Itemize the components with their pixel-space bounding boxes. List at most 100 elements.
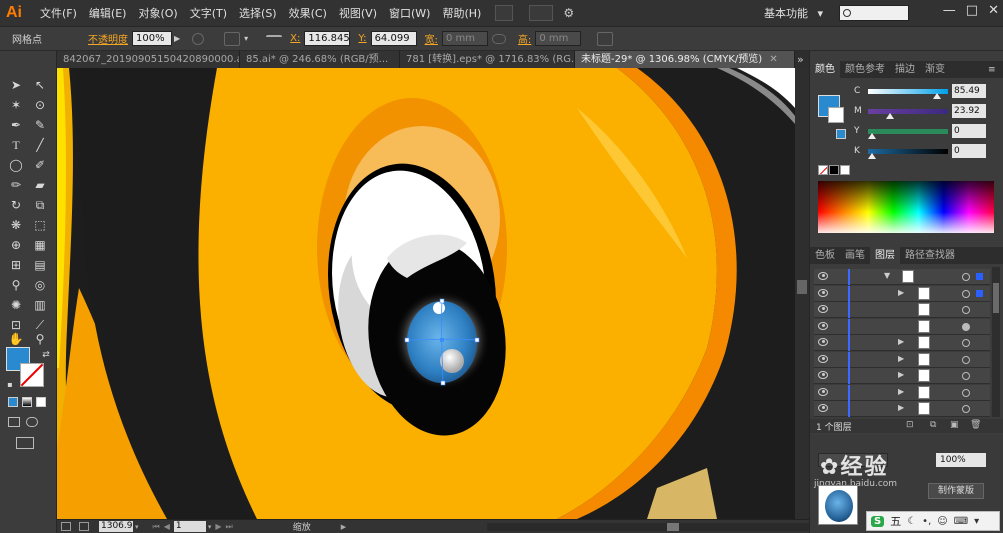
menu-type[interactable]: 文字(T) <box>184 0 233 27</box>
eye-icon[interactable] <box>818 338 828 346</box>
white-swatch-icon[interactable] <box>840 165 850 175</box>
make-mask-button[interactable]: 制作蒙版 <box>928 483 984 499</box>
rotate-tool-icon[interactable]: ↻ <box>8 197 24 213</box>
eye-icon[interactable] <box>818 321 828 330</box>
menu-select[interactable]: 选择(S) <box>233 0 283 27</box>
color-spectrum[interactable] <box>818 181 994 233</box>
arrange-documents-icon[interactable] <box>529 5 554 21</box>
slider-black[interactable]: K 0 <box>810 143 1003 161</box>
expand-triangle-icon[interactable]: ▼ <box>884 271 890 280</box>
target-icon[interactable] <box>962 339 970 347</box>
layer-row[interactable]: ▶ <box>814 384 990 401</box>
bridge-icon[interactable] <box>495 5 514 21</box>
new-sublayer-icon[interactable]: ⧉ <box>930 420 936 430</box>
black-swatch-icon[interactable] <box>829 165 839 175</box>
vertical-scrollbar[interactable] <box>795 68 809 519</box>
expand-triangle-icon[interactable]: ▶ <box>898 354 904 363</box>
slider-track[interactable] <box>868 89 948 99</box>
next-artboard-icon[interactable]: ▶ <box>215 522 221 531</box>
tab-document-1[interactable]: 842067_20190905150420890000.ai* <box>57 51 240 68</box>
workspace-switcher[interactable]: 基本功能 ▾ <box>764 5 823 21</box>
width-input[interactable]: 0 mm <box>441 31 488 46</box>
transform-reference-icon[interactable] <box>224 31 241 46</box>
default-colors-icon[interactable]: ▪ <box>2 377 18 393</box>
link-icon[interactable] <box>491 33 506 44</box>
isolate-object-icon[interactable] <box>597 31 614 46</box>
prev-artboard-icon[interactable]: ◀ <box>164 522 170 531</box>
menu-help[interactable]: 帮助(H) <box>436 0 487 27</box>
eye-icon[interactable] <box>818 404 828 412</box>
menu-view[interactable]: 视图(V) <box>333 0 383 27</box>
eye-icon[interactable] <box>818 305 828 313</box>
scale-tool-icon[interactable]: ⧉ <box>32 197 48 213</box>
layer-row[interactable]: ▶ <box>814 285 990 302</box>
gradient-mode-icon[interactable] <box>22 397 32 407</box>
menu-object[interactable]: 对象(O) <box>132 0 183 27</box>
symbol-sprayer-tool-icon[interactable]: ✺ <box>8 297 24 313</box>
tabs-overflow-icon[interactable]: » <box>795 51 806 68</box>
slider-track[interactable] <box>868 129 948 139</box>
artboard-number-input[interactable]: 1 <box>173 521 206 532</box>
mesh-tool-icon[interactable]: ⊞ <box>8 257 24 273</box>
slider-knob[interactable] <box>868 153 876 159</box>
gradient-tool-icon[interactable]: ▤ <box>32 257 48 273</box>
layer-row[interactable]: ▶ <box>814 351 990 368</box>
menu-effect[interactable]: 效果(C) <box>283 0 333 27</box>
ime-toolbar[interactable]: S 五 ☾ •, ☺ ⌨ ▾ <box>866 511 1000 531</box>
color-mode-icon[interactable] <box>8 397 18 407</box>
direct-selection-tool-icon[interactable]: ↖ <box>32 77 48 93</box>
mask-thumbnail[interactable] <box>818 485 858 525</box>
eye-icon[interactable] <box>818 272 828 280</box>
selection-tool-icon[interactable]: ➤ <box>8 77 24 93</box>
none-swatch-icon[interactable] <box>818 165 828 175</box>
transparency-opacity-input[interactable]: 100% <box>936 453 986 467</box>
recolor-icon[interactable] <box>192 32 205 45</box>
scroll-thumb[interactable] <box>993 283 999 313</box>
target-icon[interactable] <box>962 322 970 331</box>
document-info-icon[interactable] <box>61 522 71 531</box>
chevron-right-icon[interactable]: ▶ <box>174 34 180 43</box>
slider-cyan[interactable]: C 85.49 <box>810 83 1003 101</box>
status-menu-icon[interactable]: ▶ <box>341 523 346 531</box>
slider-track[interactable] <box>868 149 948 159</box>
pen-tool-icon[interactable]: ✒ <box>8 117 24 133</box>
target-icon[interactable] <box>962 289 970 298</box>
slider-track[interactable] <box>868 109 948 119</box>
y-input[interactable]: 64.099 <box>370 31 417 46</box>
slider-knob[interactable] <box>868 133 876 139</box>
target-icon[interactable] <box>962 306 970 314</box>
layer-row[interactable]: ▼ <box>814 269 990 285</box>
slider-knob[interactable] <box>932 93 941 99</box>
slider-yellow[interactable]: Y 0 <box>810 123 1003 141</box>
panel-menu-icon[interactable]: ≡ <box>988 65 996 75</box>
tab-brushes[interactable]: 画笔 <box>840 247 870 264</box>
channel-value-input[interactable]: 0 <box>952 124 986 138</box>
channel-value-input[interactable]: 85.49 <box>952 84 986 98</box>
tab-gradient[interactable]: 渐变 <box>920 61 950 78</box>
target-icon[interactable] <box>962 372 970 380</box>
tab-color-guide[interactable]: 颜色参考 <box>840 61 890 78</box>
lasso-tool-icon[interactable]: ⊙ <box>32 97 48 113</box>
punctuation-icon[interactable]: •, <box>922 516 931 527</box>
close-button[interactable]: ✕ <box>988 3 999 18</box>
zoom-tool-icon[interactable]: ⚲ <box>32 331 48 347</box>
target-icon[interactable] <box>962 273 970 281</box>
expand-triangle-icon[interactable]: ▶ <box>898 288 904 297</box>
layer-row[interactable]: ▶ <box>814 401 990 417</box>
screen-mode-icon[interactable] <box>16 437 34 449</box>
layers-scrollbar[interactable] <box>992 267 1000 417</box>
stroke-color-swatch[interactable] <box>20 363 44 387</box>
new-layer-icon[interactable]: ▣ <box>950 420 959 430</box>
trash-icon[interactable]: 🗑 <box>970 420 981 430</box>
export-icon[interactable] <box>79 522 89 531</box>
first-artboard-icon[interactable]: ⏮ <box>153 522 160 532</box>
artboard-canvas[interactable] <box>57 68 795 519</box>
chevron-down-icon[interactable]: ▾ <box>135 523 139 531</box>
moon-icon[interactable]: ☾ <box>907 516 916 527</box>
scroll-thumb[interactable] <box>797 280 807 294</box>
eye-icon[interactable] <box>818 354 828 363</box>
layer-row[interactable] <box>814 318 990 335</box>
none-mode-icon[interactable] <box>36 397 46 407</box>
eyedropper-tool-icon[interactable]: ⚲ <box>8 277 24 293</box>
tab-swatches[interactable]: 色板 <box>810 247 840 264</box>
